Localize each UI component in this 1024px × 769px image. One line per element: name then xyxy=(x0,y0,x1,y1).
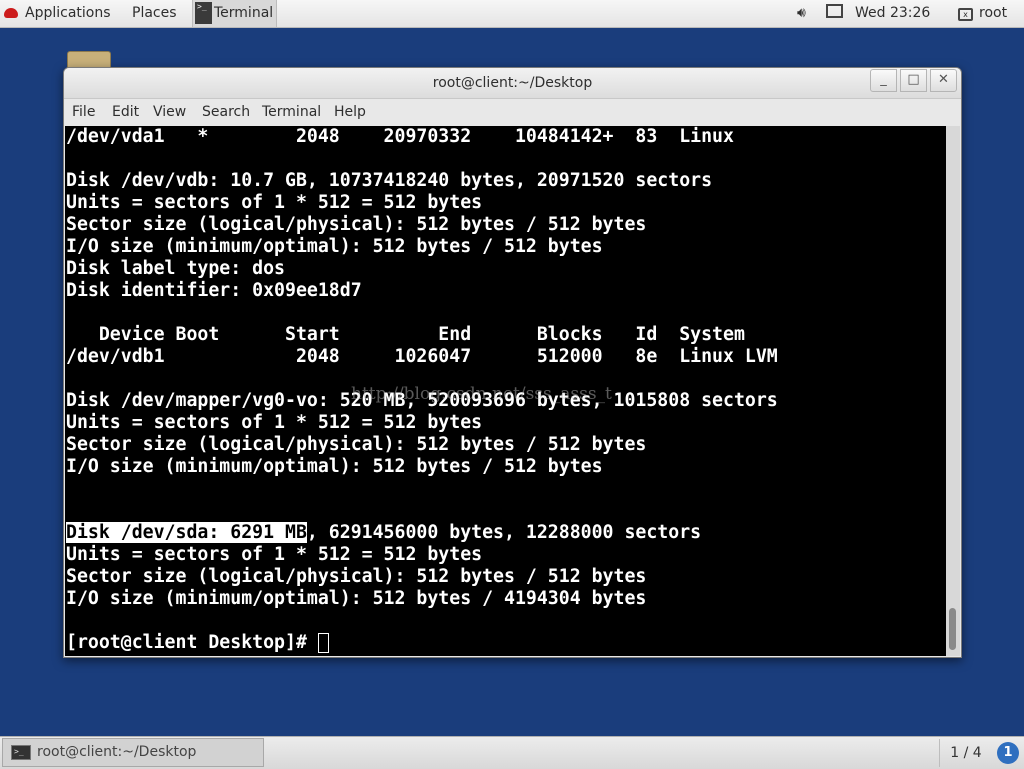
terminal-icon: >_ xyxy=(11,745,31,760)
taskbar-item-terminal[interactable]: >_ root@client:~/Desktop xyxy=(2,738,264,767)
shell-prompt: [root@client Desktop]# xyxy=(66,632,318,653)
terminal-line: Disk label type: dos xyxy=(66,258,285,279)
terminal-window: root@client:~/Desktop _ □ ✕ File Edit Vi… xyxy=(63,67,962,658)
menu-help[interactable]: Help xyxy=(334,99,366,126)
menu-view[interactable]: View xyxy=(153,99,186,126)
bottom-panel: >_ root@client:~/Desktop 1 / 4 1 xyxy=(0,736,1024,769)
terminal-line: /dev/vdb1 2048 1026047 512000 8e Linux L… xyxy=(66,346,778,367)
terminal-line: Units = sectors of 1 * 512 = 512 bytes xyxy=(66,192,483,213)
scrollbar-thumb[interactable] xyxy=(949,608,956,650)
selection-line-rest: , 6291456000 bytes, 12288000 sectors xyxy=(306,522,702,543)
terminal-line: Sector size (logical/physical): 512 byte… xyxy=(66,434,647,455)
text-selection: Disk /dev/sda: 6291 MB xyxy=(66,522,307,543)
applications-menu[interactable]: Applications xyxy=(4,0,111,27)
terminal-line: Disk identifier: 0x09ee18d7 xyxy=(66,280,362,301)
terminal-line-selected: Disk /dev/sda: 6291 MB, 6291456000 bytes… xyxy=(66,522,778,544)
user-label: root xyxy=(979,5,1008,21)
clock[interactable]: Wed 23:26 xyxy=(855,0,930,27)
menu-bar: File Edit View Search Terminal Help xyxy=(64,99,961,126)
top-panel: Applications Places >_ Terminal 🔊︎ Wed 2… xyxy=(0,0,1024,28)
redhat-hat-icon xyxy=(4,8,18,18)
terminal-line: Disk /dev/vdb: 10.7 GB, 10737418240 byte… xyxy=(66,170,713,191)
applications-label: Applications xyxy=(25,5,111,21)
workspace-indicator[interactable]: 1 / 4 xyxy=(939,739,992,767)
desktop-folder-icon[interactable] xyxy=(67,51,111,68)
terminal-line: I/O size (minimum/optimal): 512 bytes / … xyxy=(66,456,603,477)
notification-icon[interactable]: 1 xyxy=(997,742,1019,764)
menu-terminal[interactable]: Terminal xyxy=(262,99,321,126)
text-cursor xyxy=(317,633,329,653)
terminal-icon: >_ xyxy=(195,2,212,24)
terminal-line: I/O size (minimum/optimal): 512 bytes / … xyxy=(66,588,647,609)
terminal-line: I/O size (minimum/optimal): 512 bytes / … xyxy=(66,236,603,257)
active-app-terminal[interactable]: >_ Terminal xyxy=(192,0,277,27)
network-icon[interactable] xyxy=(826,0,843,27)
places-menu[interactable]: Places xyxy=(132,0,177,27)
terminal-line: Units = sectors of 1 * 512 = 512 bytes xyxy=(66,544,483,565)
active-app-label: Terminal xyxy=(214,5,274,21)
volume-icon[interactable]: 🔊︎ xyxy=(797,0,806,27)
user-menu[interactable]: x root xyxy=(958,0,1007,27)
terminal-line: /dev/vda1 * 2048 20970332 10484142+ 83 L… xyxy=(66,126,734,147)
terminal-line: Device Boot Start End Blocks Id System xyxy=(66,324,745,345)
taskbar-item-label: root@client:~/Desktop xyxy=(37,744,197,760)
terminal-line: Sector size (logical/physical): 512 byte… xyxy=(66,214,647,235)
minimize-button[interactable]: _ xyxy=(870,69,897,92)
terminal-output[interactable]: /dev/vda1 * 2048 20970332 10484142+ 83 L… xyxy=(65,126,946,656)
window-titlebar[interactable]: root@client:~/Desktop _ □ ✕ xyxy=(64,68,961,99)
menu-file[interactable]: File xyxy=(72,99,95,126)
menu-search[interactable]: Search xyxy=(202,99,250,126)
terminal-line: Units = sectors of 1 * 512 = 512 bytes xyxy=(66,412,483,433)
maximize-button[interactable]: □ xyxy=(900,69,927,92)
window-title: root@client:~/Desktop xyxy=(432,75,593,91)
scrollbar[interactable] xyxy=(946,126,960,656)
watermark-text: http://blog.csdn.net/sss_asss_t xyxy=(351,384,612,404)
user-icon: x xyxy=(958,8,973,21)
prompt-line[interactable]: [root@client Desktop]# xyxy=(66,632,778,654)
close-button[interactable]: ✕ xyxy=(930,69,957,92)
menu-edit[interactable]: Edit xyxy=(112,99,139,126)
terminal-line: Sector size (logical/physical): 512 byte… xyxy=(66,566,647,587)
